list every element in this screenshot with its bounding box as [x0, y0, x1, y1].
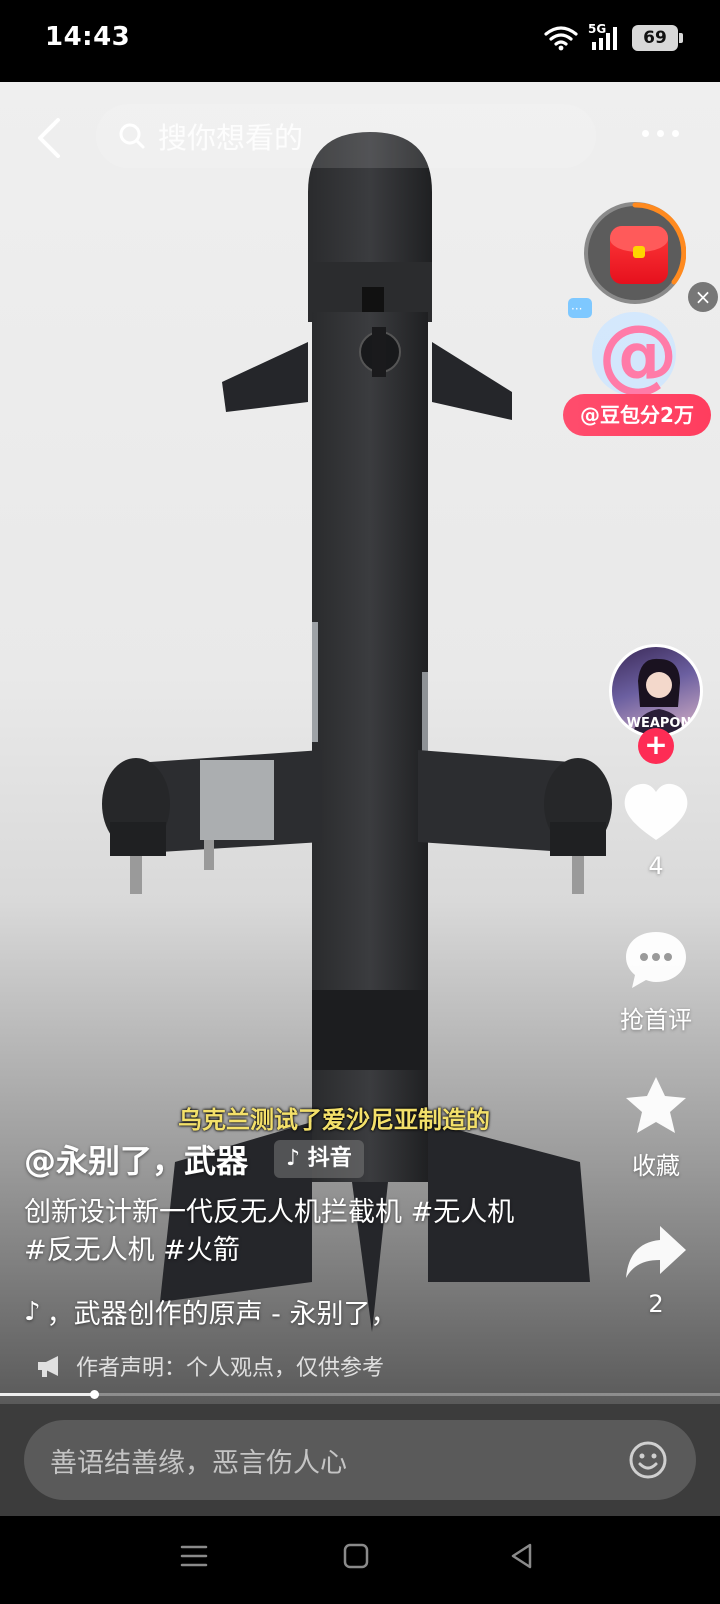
search-icon — [119, 123, 145, 149]
author-avatar[interactable]: WEAPON — [609, 644, 703, 738]
status-icons: 5G 69 — [544, 22, 683, 52]
star-icon — [626, 1077, 686, 1133]
comment-label: 抢首评 — [620, 1006, 692, 1034]
like-button[interactable]: 4 — [610, 782, 702, 880]
home-icon[interactable] — [342, 1542, 370, 1570]
more-dot-icon — [657, 129, 664, 137]
like-count: 4 — [648, 852, 664, 880]
status-bar: 14:43 5G 69 — [0, 0, 720, 82]
wifi-icon — [544, 26, 578, 51]
svg-text:···: ··· — [571, 302, 582, 316]
comment-bubble-icon — [626, 932, 686, 988]
share-arrow-icon — [626, 1226, 686, 1278]
battery-indicator: 69 — [632, 25, 683, 51]
megaphone-icon — [38, 1356, 58, 1377]
menu-icon[interactable] — [180, 1542, 208, 1570]
disclaimer-text: 作者声明：个人观点，仅供参考 — [76, 1356, 385, 1381]
favorite-button[interactable]: 收藏 — [610, 1074, 702, 1181]
video-progress-bar[interactable] — [0, 1390, 720, 1399]
author-name[interactable]: @永别了，武器 — [24, 1136, 248, 1182]
video-progress-fill — [0, 1393, 94, 1396]
video-player[interactable]: 搜你想看的 × ··· @ @豆包分2万 WEAPON + 4 抢首评 收藏 2… — [0, 82, 720, 1404]
more-options-button[interactable] — [642, 118, 686, 148]
music-info[interactable]: ♪ ，武器创作的原声 - 永别了， — [24, 1292, 398, 1331]
heart-icon — [624, 783, 688, 840]
comment-input[interactable]: 善语结善缘，恶言伤人心 — [24, 1420, 696, 1500]
emoji-icon[interactable] — [628, 1440, 668, 1480]
svg-text:@: @ — [598, 308, 678, 401]
video-progress-knob[interactable] — [89, 1390, 99, 1399]
video-subtitle: 乌克兰测试了爱沙尼亚制造的 — [178, 1106, 490, 1134]
search-bar[interactable]: 搜你想看的 — [96, 104, 596, 168]
share-button[interactable]: 2 — [610, 1222, 702, 1318]
back-button[interactable] — [30, 112, 70, 162]
chevron-left-icon — [38, 118, 60, 158]
comment-bar: 善语结善缘，恶言伤人心 — [0, 1404, 720, 1516]
music-title: ，武器创作的原声 - 永别了， — [46, 1299, 398, 1330]
at-symbol-promo-graphic[interactable]: ··· @ — [568, 298, 698, 402]
comment-placeholder: 善语结善缘，恶言伤人心 — [50, 1447, 347, 1479]
platform-tag-label: 抖音 — [307, 1146, 352, 1171]
author-disclaimer: 作者声明：个人观点，仅供参考 — [36, 1350, 384, 1382]
cellular-signal-icon: 5G — [588, 22, 622, 52]
comment-button[interactable]: 抢首评 — [610, 928, 702, 1035]
system-navigation-bar — [0, 1516, 720, 1604]
more-dot-icon — [642, 129, 649, 137]
search-placeholder: 搜你想看的 — [158, 121, 304, 155]
share-count: 2 — [648, 1290, 664, 1318]
video-description[interactable]: 创新设计新一代反无人机拦截机 #无人机 #反无人机 #火箭 — [24, 1194, 524, 1270]
favorite-label: 收藏 — [632, 1152, 680, 1180]
more-dot-icon — [672, 129, 679, 137]
platform-tag: ♪ 抖音 — [274, 1140, 364, 1178]
promo-badge[interactable]: @豆包分2万 — [563, 394, 711, 436]
follow-button[interactable]: + — [638, 728, 674, 764]
red-packet-progress-ring — [632, 202, 686, 285]
douyin-logo-icon: ♪ — [286, 1146, 301, 1171]
status-time: 14:43 — [45, 22, 131, 52]
music-note-icon: ♪ — [24, 1296, 41, 1327]
back-triangle-icon[interactable] — [508, 1542, 536, 1570]
